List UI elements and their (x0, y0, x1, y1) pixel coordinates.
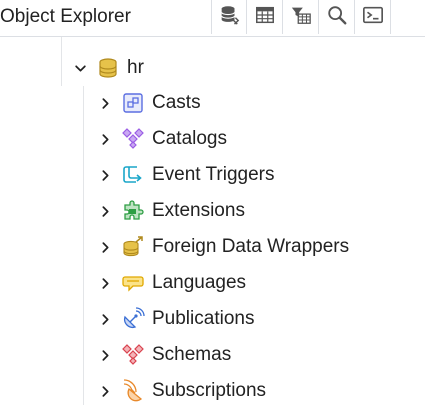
psql-tool-button[interactable] (356, 0, 391, 34)
event-triggers-icon (121, 163, 145, 187)
extensions-icon (121, 199, 145, 223)
tree-node-label: Subscriptions (152, 380, 267, 401)
panel-title: Object Explorer (0, 6, 131, 27)
tree-node-languages[interactable]: Languages (97, 265, 246, 301)
explorer-toolbar (211, 0, 391, 34)
tree-node-label: hr (127, 57, 144, 78)
tree-guide-line (61, 36, 62, 86)
tree-node-schemas[interactable]: Schemas (97, 337, 231, 373)
chevron-right-icon[interactable] (97, 131, 113, 147)
psql-tool-icon (362, 4, 384, 31)
chevron-down-icon[interactable] (72, 60, 88, 76)
database-icon (96, 56, 120, 80)
chevron-right-icon[interactable] (97, 347, 113, 363)
chevron-right-icon[interactable] (97, 239, 113, 255)
tree-node-label: Schemas (152, 344, 232, 365)
tree-node-label: Event Triggers (152, 164, 275, 185)
schemas-icon (121, 343, 145, 367)
tree-node-catalogs[interactable]: Catalogs (97, 121, 227, 157)
tree-node-foreign-data-wrappers[interactable]: Foreign Data Wrappers (97, 229, 349, 265)
search-objects-button[interactable] (320, 0, 355, 34)
object-explorer-header: Object Explorer (0, 0, 425, 37)
view-data-icon (254, 4, 276, 31)
tree-node-extensions[interactable]: Extensions (97, 193, 245, 229)
chevron-right-icon[interactable] (97, 311, 113, 327)
tree-node-label: Casts (152, 92, 201, 113)
tree-node-label: Extensions (152, 200, 245, 221)
query-tool-icon (218, 4, 240, 31)
foreign-data-wrappers-icon (121, 235, 145, 259)
tree-node-publications[interactable]: Publications (97, 301, 254, 337)
filtered-rows-icon (290, 4, 312, 31)
tree-node-event-triggers[interactable]: Event Triggers (97, 157, 275, 193)
publications-icon (121, 307, 145, 331)
catalogs-icon (121, 127, 145, 151)
chevron-right-icon[interactable] (97, 275, 113, 291)
chevron-right-icon[interactable] (97, 383, 113, 399)
object-explorer-tree: hr Casts Catalogs Event Triggers Extensi… (0, 0, 425, 405)
tree-node-casts[interactable]: Casts (97, 85, 201, 121)
tree-guide-line (83, 86, 84, 405)
view-data-button[interactable] (248, 0, 283, 34)
casts-icon (121, 91, 145, 115)
subscriptions-icon (121, 379, 145, 403)
chevron-right-icon[interactable] (97, 167, 113, 183)
tree-node-database[interactable]: hr (72, 50, 144, 86)
chevron-right-icon[interactable] (97, 95, 113, 111)
tree-node-label: Publications (152, 308, 255, 329)
tree-node-subscriptions[interactable]: Subscriptions (97, 373, 266, 409)
tree-node-label: Catalogs (152, 128, 227, 149)
tree-node-label: Languages (152, 272, 247, 293)
chevron-right-icon[interactable] (97, 203, 113, 219)
tree-node-label: Foreign Data Wrappers (152, 236, 350, 257)
query-tool-button[interactable] (212, 0, 247, 34)
languages-icon (121, 271, 145, 295)
search-objects-icon (326, 4, 348, 31)
filtered-rows-button[interactable] (284, 0, 319, 34)
